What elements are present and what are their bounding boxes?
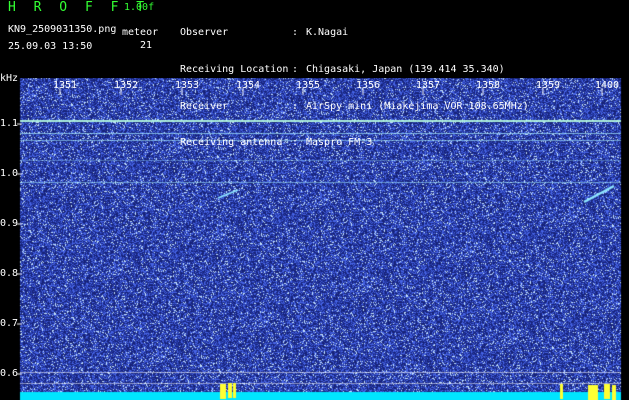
file-name: KN9_2509031350.png xyxy=(8,24,117,35)
meteor-label: meteor xyxy=(122,27,159,38)
meteor-count: 21 xyxy=(140,40,153,51)
info-row-antenna: Receiving antenna: Maspro FM-3 xyxy=(180,137,373,149)
info-row-observer: Observer: K.Nagai xyxy=(180,27,349,39)
x-tick-1400: 1400 xyxy=(595,80,620,91)
info-row-receiver: Receiver: AirSpy mini (Miakejima VOR 108.… xyxy=(180,100,529,112)
freq-unit-label: kHz xyxy=(0,73,19,84)
y-tick-0.8: 0.8 xyxy=(0,268,19,279)
x-tick-1351: 1351 xyxy=(53,80,78,91)
x-tick-1355: 1355 xyxy=(296,80,321,91)
x-tick-1352: 1352 xyxy=(114,80,139,91)
x-tick-1358: 1358 xyxy=(476,80,501,91)
y-tick-0.7: 0.7 xyxy=(0,318,19,329)
y-tick-1.1: 1.1 xyxy=(0,118,19,129)
datetime-label: 25.09.03 13:50 xyxy=(8,41,93,52)
header-panel: H R O F F T 1.00f KN9_2509031350.png met… xyxy=(0,0,629,148)
x-tick-1357: 1357 xyxy=(416,80,441,91)
y-tick-0.9: 0.9 xyxy=(0,218,19,229)
y-tick-1.0: 1.0 xyxy=(0,168,19,179)
y-tick-0.6: 0.6 xyxy=(0,368,19,379)
version-label: 1.00f xyxy=(124,2,155,13)
x-tick-1353: 1353 xyxy=(175,80,200,91)
x-tick-1356: 1356 xyxy=(356,80,381,91)
info-row-location: Receiving Location: Chigasaki, Japan (139… xyxy=(180,64,505,76)
x-tick-1359: 1359 xyxy=(536,80,561,91)
x-tick-1354: 1354 xyxy=(236,80,261,91)
